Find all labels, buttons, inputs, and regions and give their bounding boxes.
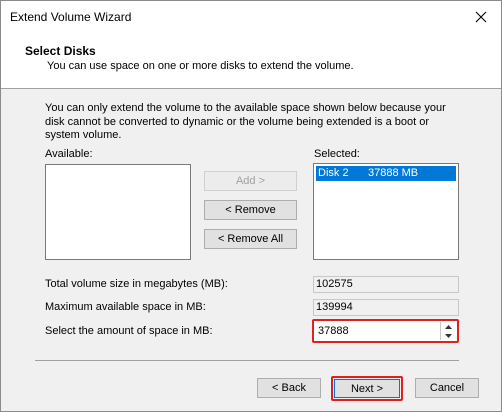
decrement-button[interactable]	[441, 331, 456, 340]
list-item[interactable]: Disk 2 37888 MB	[316, 166, 456, 181]
remove-button[interactable]: < Remove	[204, 200, 297, 220]
spin-buttons	[440, 322, 456, 340]
title-bar: Extend Volume Wizard	[1, 1, 501, 33]
max-space-value: 139994	[313, 299, 459, 316]
disk-size: 37888 MB	[368, 167, 419, 179]
remove-all-button[interactable]: < Remove All	[204, 229, 297, 249]
disk-name: Disk 2	[318, 167, 349, 179]
wizard-header: Select Disks You can use space on one or…	[1, 33, 501, 89]
available-label: Available:	[45, 148, 93, 160]
amount-input[interactable]	[316, 323, 438, 339]
page-subtitle: You can use space on one or more disks t…	[47, 60, 354, 72]
selected-label: Selected:	[314, 148, 360, 160]
max-space-label: Maximum available space in MB:	[45, 301, 206, 313]
increment-button[interactable]	[441, 322, 456, 331]
extend-volume-wizard-window: Extend Volume Wizard Select Disks You ca…	[0, 0, 502, 412]
footer-divider	[35, 360, 459, 361]
page-title: Select Disks	[25, 44, 96, 58]
info-text: You can only extend the volume to the av…	[45, 102, 446, 141]
close-button[interactable]	[461, 1, 501, 33]
chevron-down-icon	[445, 333, 452, 338]
next-button[interactable]: Next >	[334, 379, 400, 398]
close-icon	[475, 11, 487, 23]
amount-label: Select the amount of space in MB:	[45, 325, 213, 337]
cancel-button[interactable]: Cancel	[415, 378, 479, 398]
total-size-label: Total volume size in megabytes (MB):	[45, 278, 228, 290]
total-size-value: 102575	[313, 276, 459, 293]
window-title: Extend Volume Wizard	[10, 10, 132, 24]
back-button[interactable]: < Back	[257, 378, 321, 398]
selected-disks-list[interactable]: Disk 2 37888 MB	[313, 163, 459, 260]
add-button[interactable]: Add >	[204, 171, 297, 191]
amount-stepper	[312, 319, 459, 343]
available-disks-list[interactable]	[45, 164, 191, 260]
chevron-up-icon	[445, 324, 452, 329]
